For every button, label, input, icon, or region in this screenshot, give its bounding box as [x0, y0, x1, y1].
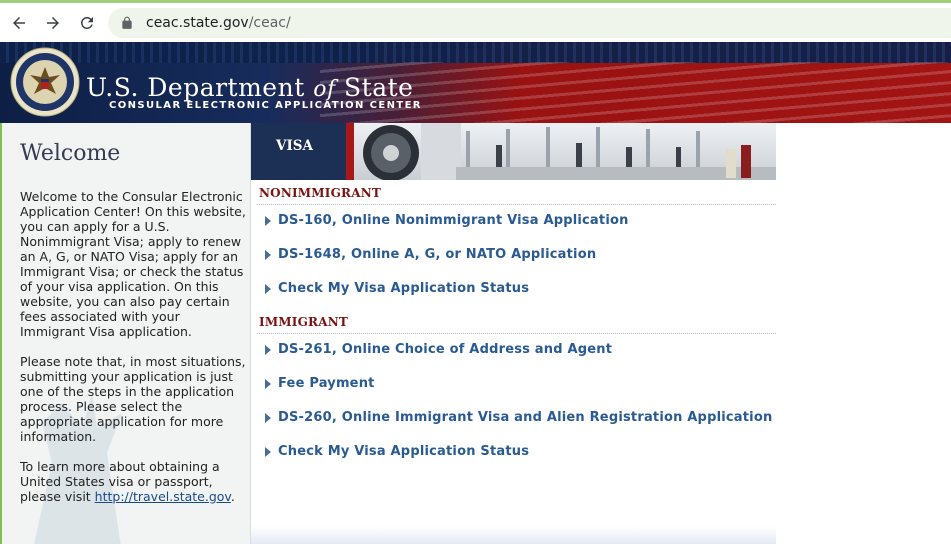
link-label: DS-261, Online Choice of Address and Age… — [278, 342, 613, 357]
airport-photo — [346, 123, 776, 180]
forward-button[interactable] — [38, 8, 68, 38]
triangle-right-icon — [265, 215, 271, 226]
department-subtitle: CONSULAR ELECTRONIC APPLICATION CENTER — [109, 100, 422, 111]
triangle-right-icon — [265, 283, 271, 294]
site-banner: U.S. Department of State CONSULAR ELECTR… — [0, 42, 951, 123]
ds261-link[interactable]: DS-261, Online Choice of Address and Age… — [265, 342, 612, 357]
main-content: VISA NONIMMIGRANT DS-160, Online Nonimmi… — [251, 123, 776, 544]
triangle-right-icon — [265, 344, 271, 355]
nonimmigrant-divider — [257, 204, 776, 205]
reload-icon — [80, 16, 93, 29]
address-bar[interactable]: ceac.state.gov/ceac/ — [108, 8, 951, 38]
link-label: DS-160, Online Nonimmigrant Visa Applica… — [278, 213, 629, 228]
title-suffix: State — [344, 73, 414, 102]
forward-arrow-icon — [47, 16, 59, 29]
travel-state-gov-link[interactable]: http://travel.state.gov — [95, 489, 231, 504]
browser-toolbar: ceac.state.gov/ceac/ — [0, 0, 951, 42]
check-status-link-immigrant[interactable]: Check My Visa Application Status — [265, 444, 529, 459]
banner-flag-stripes — [320, 62, 951, 123]
url-path: /ceac/ — [248, 15, 291, 31]
immigrant-heading: IMMIGRANT — [259, 315, 349, 329]
url-host: ceac.state.gov — [146, 15, 249, 31]
triangle-right-icon — [265, 378, 271, 389]
link-label: Fee Payment — [278, 376, 375, 391]
welcome-sidebar: Welcome Welcome to the Consular Electron… — [0, 123, 251, 544]
fee-payment-link[interactable]: Fee Payment — [265, 376, 375, 391]
welcome-title: Welcome — [20, 141, 121, 166]
link-label: DS-260, Online Immigrant Visa and Alien … — [278, 410, 773, 425]
lock-icon — [122, 16, 132, 29]
check-status-link-nonimmigrant[interactable]: Check My Visa Application Status — [265, 281, 529, 296]
welcome-paragraph-1: Welcome to the Consular Electronic Appli… — [20, 189, 246, 339]
link-label: Check My Visa Application Status — [278, 444, 530, 459]
banner-stars-band — [0, 42, 951, 63]
title-prefix: U.S. Department — [86, 73, 305, 102]
triangle-right-icon — [265, 446, 271, 457]
welcome-paragraph-3: To learn more about obtaining a United S… — [20, 459, 246, 504]
main-footer-fade — [251, 526, 776, 544]
visa-header: VISA — [251, 123, 776, 180]
triangle-right-icon — [265, 412, 271, 423]
welcome-paragraph-2: Please note that, in most situations, su… — [20, 354, 246, 444]
nonimmigrant-heading: NONIMMIGRANT — [259, 186, 382, 200]
ds260-link[interactable]: DS-260, Online Immigrant Visa and Alien … — [265, 410, 772, 425]
department-title: U.S. Department of State — [86, 73, 413, 102]
title-of: of — [313, 77, 336, 102]
visa-header-label: VISA — [276, 138, 314, 154]
reload-button[interactable] — [72, 8, 102, 38]
department-seal-icon[interactable] — [10, 47, 80, 117]
link-label: Check My Visa Application Status — [278, 281, 530, 296]
back-arrow-icon — [13, 16, 25, 29]
paragraph-3-end: . — [230, 489, 235, 504]
url-text: ceac.state.gov/ceac/ — [146, 15, 291, 31]
immigrant-divider — [257, 333, 776, 334]
right-margin — [776, 123, 951, 544]
ds1648-link[interactable]: DS-1648, Online A, G, or NATO Applicatio… — [265, 247, 596, 262]
triangle-right-icon — [265, 249, 271, 260]
ds160-link[interactable]: DS-160, Online Nonimmigrant Visa Applica… — [265, 213, 629, 228]
back-button[interactable] — [4, 8, 34, 38]
link-label: DS-1648, Online A, G, or NATO Applicatio… — [278, 247, 597, 262]
